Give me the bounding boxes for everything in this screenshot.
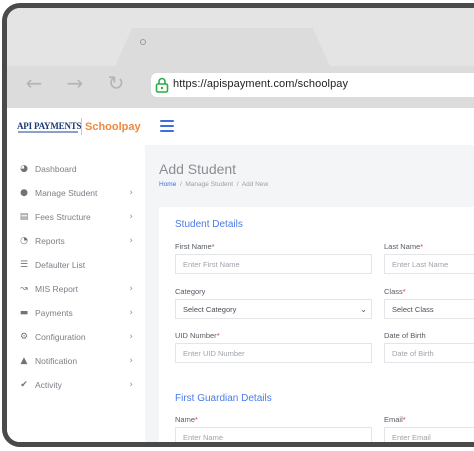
date-of-birth-input[interactable]: Date of Birth [384, 343, 474, 363]
student-details-heading: Student Details [175, 219, 243, 230]
sidebar-item-label: MIS Report [35, 284, 78, 294]
chevron-right-icon: › [129, 188, 133, 198]
chevron-down-icon: ⌄ [360, 305, 367, 314]
back-arrow-icon[interactable]: ← [23, 72, 45, 94]
sidebar-item-label: Notification [35, 356, 78, 366]
sidebar-item-defaulter-list[interactable]: ☰ Defaulter List [19, 255, 139, 275]
schoolpay-logo: Schoolpay [85, 121, 141, 133]
category-select[interactable]: Select Category ⌄ [175, 299, 372, 319]
sidebar-item-reports[interactable]: ◔ Reports › [19, 231, 139, 251]
api-payments-logo: API PAYMENTS [17, 121, 82, 131]
sidebar-item-notification[interactable]: ▲ Notification › [19, 351, 139, 371]
guardian-email-label: Email* [384, 415, 406, 424]
sidebar-item-payments[interactable]: ▬ Payments › [19, 303, 139, 323]
class-select[interactable]: Select Class [384, 299, 474, 319]
chevron-right-icon: › [129, 308, 133, 318]
browser-tab[interactable] [115, 28, 330, 66]
card-icon: ▬ [19, 308, 29, 318]
sidebar-item-configuration[interactable]: ⚙ Configuration › [19, 327, 139, 347]
class-label: Class* [384, 287, 406, 296]
uid-number-input[interactable]: Enter UID Number [175, 343, 372, 363]
sidebar: ◕ Dashboard ● Manage Student › ▤ Fees St… [7, 145, 145, 442]
url-text: https://apispayment.com/schoolpay [173, 78, 349, 90]
sidebar-item-manage-student[interactable]: ● Manage Student › [19, 183, 139, 203]
sidebar-item-label: Dashboard [35, 164, 77, 174]
main-content: Add Student Home / Manage Student / Add … [145, 145, 474, 442]
first-name-label: First Name* [175, 242, 215, 251]
chevron-right-icon: › [129, 236, 133, 246]
breadcrumb-separator: / [178, 181, 184, 188]
sidebar-item-label: Activity [35, 380, 62, 390]
breadcrumb-manage-student[interactable]: Manage Student [185, 181, 233, 188]
device-frame: ← → ↻ https://apispayment.com/schoolpay … [2, 3, 474, 447]
sidebar-item-label: Reports [35, 236, 65, 246]
line-chart-icon: ↝ [20, 284, 28, 294]
pie-chart-icon: ◔ [20, 236, 28, 246]
check-circle-icon: ✔ [20, 380, 28, 390]
forward-arrow-icon[interactable]: → [64, 72, 86, 94]
breadcrumb: Home / Manage Student / Add New [159, 181, 268, 188]
logo-divider [81, 118, 82, 135]
reload-icon[interactable]: ↻ [105, 72, 127, 94]
sidebar-item-label: Manage Student [35, 188, 98, 198]
sidebar-item-dashboard[interactable]: ◕ Dashboard [19, 159, 139, 179]
sidebar-item-mis-report[interactable]: ↝ MIS Report › [19, 279, 139, 299]
app-viewport: API PAYMENTS Schoolpay ◕ Dashboard ● Man… [7, 108, 474, 442]
last-name-label: Last Name* [384, 242, 424, 251]
first-name-input[interactable]: Enter First Name [175, 254, 372, 274]
chevron-right-icon: › [129, 356, 133, 366]
sidebar-item-activity[interactable]: ✔ Activity › [19, 375, 139, 395]
sidebar-item-fees-structure[interactable]: ▤ Fees Structure › [19, 207, 139, 227]
page-title: Add Student [159, 161, 237, 177]
date-of-birth-label: Date of Birth [384, 331, 426, 340]
last-name-input[interactable]: Enter Last Name [384, 254, 474, 274]
sidebar-item-label: Payments [35, 308, 73, 318]
category-label: Category [175, 287, 206, 296]
breadcrumb-home[interactable]: Home [159, 181, 176, 188]
chevron-right-icon: › [129, 284, 133, 294]
list-icon: ☰ [19, 260, 29, 270]
money-icon: ▤ [19, 212, 29, 222]
app-header: API PAYMENTS Schoolpay [7, 108, 474, 145]
gears-icon: ⚙ [19, 332, 29, 342]
sidebar-item-label: Defaulter List [35, 260, 86, 270]
hamburger-menu-icon[interactable] [160, 120, 174, 132]
guardian-email-input[interactable]: Enter Email [384, 427, 474, 442]
bell-icon: ▲ [20, 356, 28, 366]
logo-underline [18, 131, 78, 133]
lock-icon [155, 77, 169, 93]
guardian-name-label: Name* [175, 415, 198, 424]
first-guardian-heading: First Guardian Details [175, 393, 272, 404]
dashboard-icon: ◕ [20, 164, 28, 174]
user-icon: ● [20, 188, 28, 198]
guardian-name-input[interactable]: Enter Name [175, 427, 372, 442]
uid-number-label: UID Number* [175, 331, 220, 340]
add-student-form: Student Details First Name* Enter First … [159, 207, 474, 442]
chevron-right-icon: › [129, 332, 133, 342]
sidebar-item-label: Configuration [35, 332, 86, 342]
breadcrumb-separator: / [234, 181, 241, 188]
sidebar-item-label: Fees Structure [35, 212, 91, 222]
chevron-right-icon: › [129, 212, 133, 222]
chevron-right-icon: › [129, 380, 133, 390]
breadcrumb-add-new: Add New [241, 181, 269, 188]
tab-favicon-icon [140, 39, 146, 45]
